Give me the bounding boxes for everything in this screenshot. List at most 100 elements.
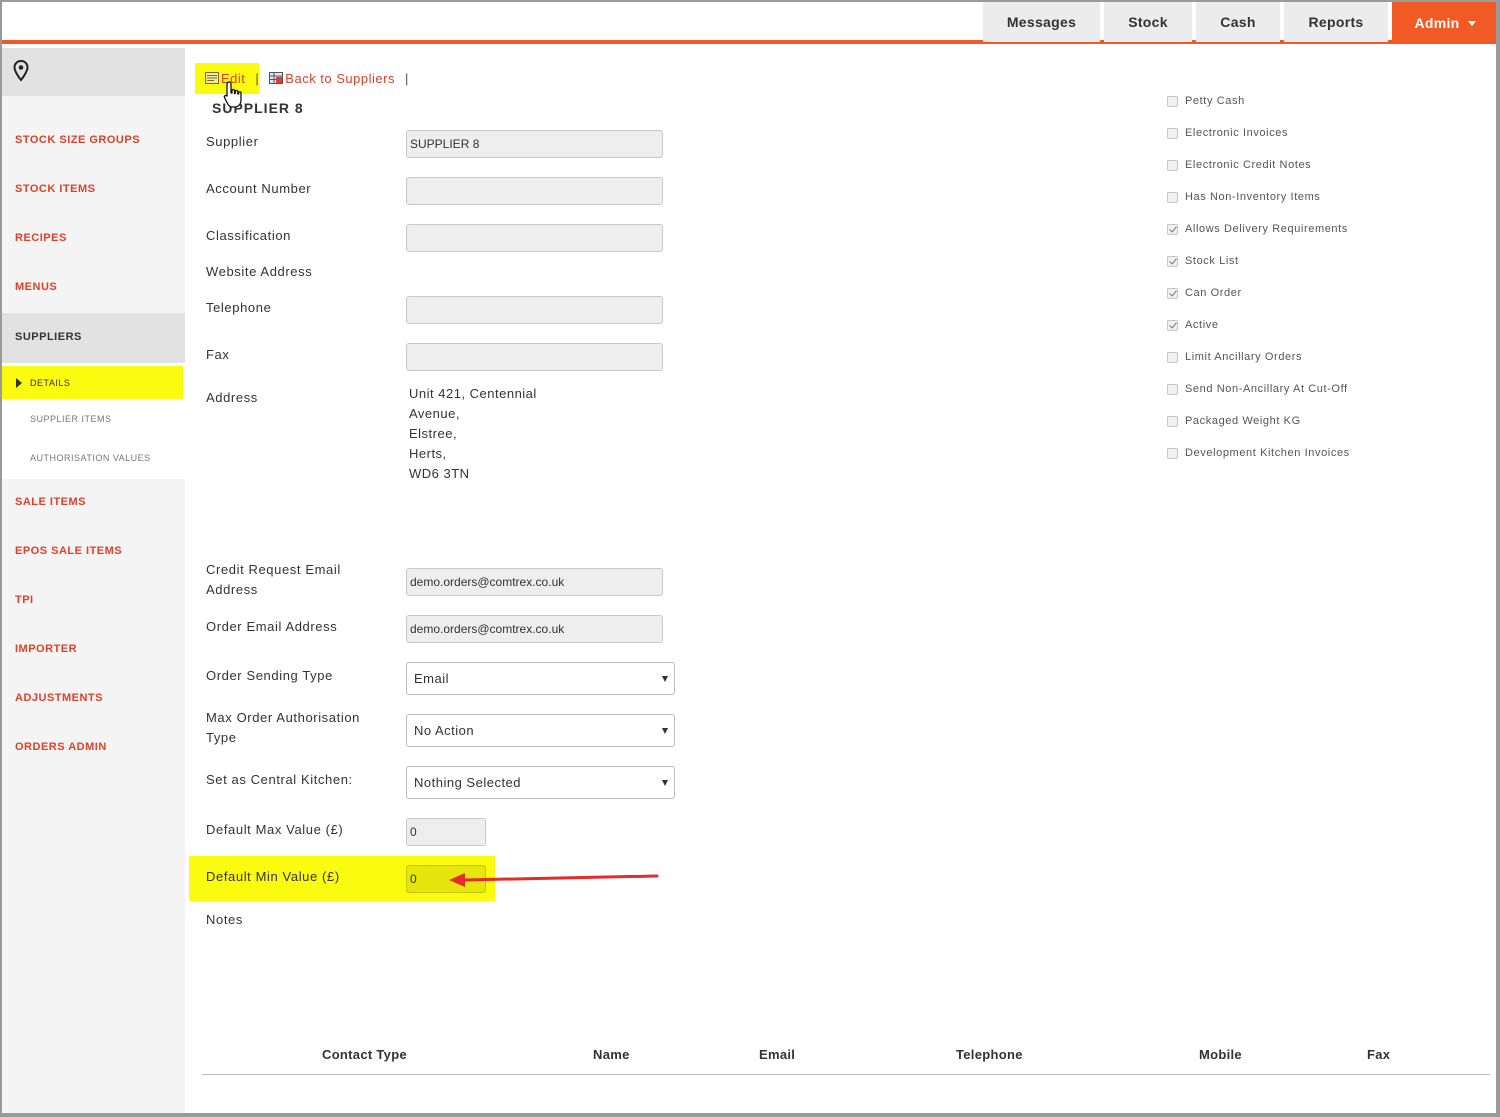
column-header-email[interactable]: Email — [759, 1047, 795, 1062]
order-sending-type-label: Order Sending Type — [206, 668, 333, 683]
caret-down-icon — [662, 728, 668, 734]
max-order-authorisation-type-label: Max Order Authorisation Type — [206, 708, 360, 748]
sidebar-item-epos-sale-items[interactable]: EPOS SALE ITEMS — [15, 545, 122, 557]
sidebar-item-importer[interactable]: IMPORTER — [15, 643, 77, 655]
location-pin-icon — [13, 60, 29, 82]
central-kitchen-select[interactable]: Nothing Selected — [406, 766, 675, 799]
sidebar-item-suppliers-label: SUPPLIERS — [15, 331, 82, 343]
packaged-weight-kg-checkbox[interactable] — [1167, 415, 1178, 427]
option-electronic-invoices[interactable]: Electronic Invoices — [1167, 127, 1288, 139]
account-number-field[interactable] — [406, 177, 663, 205]
development-kitchen-invoices-checkbox[interactable] — [1167, 447, 1178, 459]
annotation-arrow-icon — [449, 873, 659, 887]
top-tabs: Messages Stock Cash Reports Admin — [979, 2, 1496, 44]
toolbar-separator: | — [255, 70, 260, 86]
address-label: Address — [206, 390, 258, 405]
telephone-field[interactable] — [406, 296, 663, 324]
submenu-item-supplier-items[interactable]: SUPPLIER ITEMS — [30, 414, 112, 424]
credit-request-email-label: Credit Request Email Address — [206, 560, 341, 600]
sidebar-item-tpi[interactable]: TPI — [15, 594, 34, 606]
option-label: Active — [1185, 319, 1219, 331]
submenu-item-details[interactable]: DETAILS — [2, 366, 183, 399]
credit-request-email-field[interactable]: demo.orders@comtrex.co.uk — [406, 568, 663, 596]
submenu-item-details-label: DETAILS — [30, 378, 71, 388]
sidebar-item-recipes[interactable]: RECIPES — [15, 232, 67, 244]
table-divider — [202, 1074, 1490, 1075]
supplier-field[interactable]: SUPPLIER 8 — [406, 130, 663, 158]
option-stock-list[interactable]: Stock List — [1167, 255, 1239, 267]
tab-stock[interactable]: Stock — [1104, 2, 1192, 42]
order-sending-type-value: Email — [414, 671, 450, 686]
column-header-contact-type[interactable]: Contact Type — [322, 1047, 407, 1062]
default-max-value-field[interactable]: 0 — [406, 818, 486, 846]
sidebar-item-stock-items[interactable]: STOCK ITEMS — [15, 183, 95, 195]
column-header-name[interactable]: Name — [593, 1047, 630, 1062]
stock-list-checkbox[interactable] — [1167, 255, 1178, 267]
has-non-inventory-items-checkbox[interactable] — [1167, 191, 1178, 203]
electronic-credit-notes-checkbox[interactable] — [1167, 159, 1178, 171]
sidebar-item-sale-items[interactable]: SALE ITEMS — [15, 496, 86, 508]
option-can-order[interactable]: Can Order — [1167, 287, 1242, 299]
back-list-icon — [269, 72, 284, 84]
main-content: Edit | Back to Suppliers | SUPPLIER 8 Su… — [185, 48, 1496, 1113]
max-order-authorisation-label-line-1: Max Order Authorisation — [206, 710, 360, 725]
tab-admin[interactable]: Admin — [1392, 2, 1496, 44]
column-header-mobile[interactable]: Mobile — [1199, 1047, 1242, 1062]
sidebar-item-orders-admin[interactable]: ORDERS ADMIN — [15, 741, 107, 753]
option-label: Packaged Weight KG — [1185, 415, 1301, 427]
option-label: Petty Cash — [1185, 95, 1245, 107]
sidebar-item-menus[interactable]: MENUS — [15, 281, 57, 293]
sidebar-item-stock-size-groups[interactable]: STOCK SIZE GROUPS — [15, 134, 140, 146]
option-development-kitchen-invoices[interactable]: Development Kitchen Invoices — [1167, 447, 1350, 459]
option-label: Electronic Invoices — [1185, 127, 1289, 139]
column-header-fax[interactable]: Fax — [1367, 1047, 1390, 1062]
active-checkbox[interactable] — [1167, 319, 1178, 331]
admin-label: Admin — [1414, 15, 1460, 31]
option-label: Development Kitchen Invoices — [1185, 447, 1350, 459]
tab-cash[interactable]: Cash — [1196, 2, 1280, 42]
central-kitchen-value: Nothing Selected — [414, 775, 522, 790]
address-line-1: Unit 421, Centennial — [409, 386, 537, 401]
option-label: Can Order — [1185, 287, 1242, 299]
electronic-invoices-checkbox[interactable] — [1167, 127, 1178, 139]
credit-request-email-label-line-2: Address — [206, 582, 258, 597]
fax-field[interactable] — [406, 343, 663, 371]
fax-label: Fax — [206, 347, 230, 362]
default-max-value-label: Default Max Value (£) — [206, 822, 344, 837]
option-active[interactable]: Active — [1167, 319, 1219, 331]
hand-cursor-icon — [223, 81, 242, 108]
option-allows-delivery-requirements[interactable]: Allows Delivery Requirements — [1167, 223, 1348, 235]
telephone-label: Telephone — [206, 300, 272, 315]
location-bar[interactable] — [2, 48, 185, 96]
can-order-checkbox[interactable] — [1167, 287, 1178, 299]
submenu-item-authorisation-values[interactable]: AUTHORISATION VALUES — [30, 453, 151, 463]
allows-delivery-requirements-checkbox[interactable] — [1167, 223, 1178, 235]
limit-ancillary-orders-checkbox[interactable] — [1167, 351, 1178, 363]
sidebar-item-suppliers[interactable]: SUPPLIERS — [2, 313, 185, 363]
petty-cash-checkbox[interactable] — [1167, 95, 1178, 107]
option-packaged-weight-kg[interactable]: Packaged Weight KG — [1167, 415, 1301, 427]
address-value: Unit 421, Centennial Avenue, Elstree, He… — [409, 384, 537, 484]
address-line-2: Avenue, — [409, 406, 460, 421]
max-order-authorisation-type-select[interactable]: No Action — [406, 714, 675, 747]
sidebar-item-adjustments[interactable]: ADJUSTMENTS — [15, 692, 103, 704]
central-kitchen-label: Set as Central Kitchen: — [206, 772, 353, 787]
option-limit-ancillary-orders[interactable]: Limit Ancillary Orders — [1167, 351, 1302, 363]
option-electronic-credit-notes[interactable]: Electronic Credit Notes — [1167, 159, 1311, 171]
classification-field[interactable] — [406, 224, 663, 252]
order-sending-type-select[interactable]: Email — [406, 662, 675, 695]
option-petty-cash[interactable]: Petty Cash — [1167, 95, 1245, 107]
option-label: Limit Ancillary Orders — [1185, 351, 1303, 363]
notes-label: Notes — [206, 912, 243, 927]
send-non-ancillary-checkbox[interactable] — [1167, 383, 1178, 395]
toolbar-separator-2: | — [404, 70, 409, 86]
option-has-non-inventory-items[interactable]: Has Non-Inventory Items — [1167, 191, 1320, 203]
suppliers-submenu: DETAILS SUPPLIER ITEMS AUTHORISATION VAL… — [2, 363, 185, 479]
column-header-telephone[interactable]: Telephone — [956, 1047, 1023, 1062]
tab-reports[interactable]: Reports — [1284, 2, 1388, 42]
tab-messages[interactable]: Messages — [983, 2, 1100, 42]
top-navigation: Messages Stock Cash Reports Admin — [2, 2, 1496, 44]
option-send-non-ancillary-at-cut-off[interactable]: Send Non-Ancillary At Cut-Off — [1167, 383, 1348, 395]
back-to-suppliers-link[interactable]: Back to Suppliers — [269, 71, 395, 86]
order-email-field[interactable]: demo.orders@comtrex.co.uk — [406, 615, 663, 643]
